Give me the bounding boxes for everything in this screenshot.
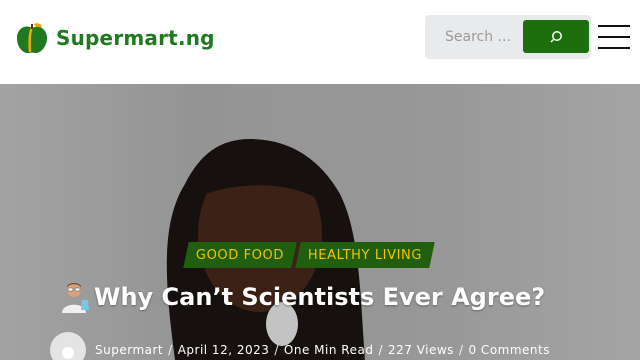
search-button[interactable] (523, 20, 589, 53)
logo-text: Supermart.ng (56, 26, 215, 50)
site-logo[interactable]: Supermart.ng (14, 20, 215, 56)
meta-separator: / (458, 343, 464, 357)
post-title[interactable]: Why Can’t Scientists Ever Agree? (94, 283, 545, 311)
hero-banner: GOOD FOOD HEALTHY LIVING Why Can’t Scien… (0, 84, 640, 360)
apple-logo-icon (17, 23, 47, 54)
view-count: 227 Views (387, 343, 454, 357)
category-list: GOOD FOOD HEALTHY LIVING (183, 242, 436, 268)
search-input[interactable] (425, 15, 521, 59)
menu-bar (598, 47, 630, 49)
hamburger-menu-button[interactable] (598, 25, 630, 49)
category-healthy-living[interactable]: HEALTHY LIVING (295, 242, 435, 268)
user-icon (62, 347, 74, 359)
post-date[interactable]: April 12, 2023 (178, 343, 270, 357)
category-good-food[interactable]: GOOD FOOD (183, 242, 297, 268)
author-link[interactable]: Supermart (95, 343, 163, 357)
meta-separator: / (274, 343, 279, 357)
comments-link[interactable]: 0 Comments (468, 343, 550, 357)
search-icon (550, 30, 562, 43)
menu-bar (598, 25, 630, 27)
author-avatar[interactable] (50, 332, 86, 360)
scientist-emoji-icon (62, 283, 89, 313)
read-time: One Min Read (283, 343, 374, 357)
search-form (425, 15, 591, 59)
menu-bar (598, 36, 630, 38)
post-title-row: Why Can’t Scientists Ever Agree? (58, 280, 598, 314)
site-header: Supermart.ng (0, 0, 640, 84)
hero-overlay (0, 84, 640, 360)
meta-separator: / (168, 343, 173, 357)
meta-separator: / (378, 343, 383, 357)
post-meta: Supermart / April 12, 2023 / One Min Rea… (50, 332, 550, 360)
